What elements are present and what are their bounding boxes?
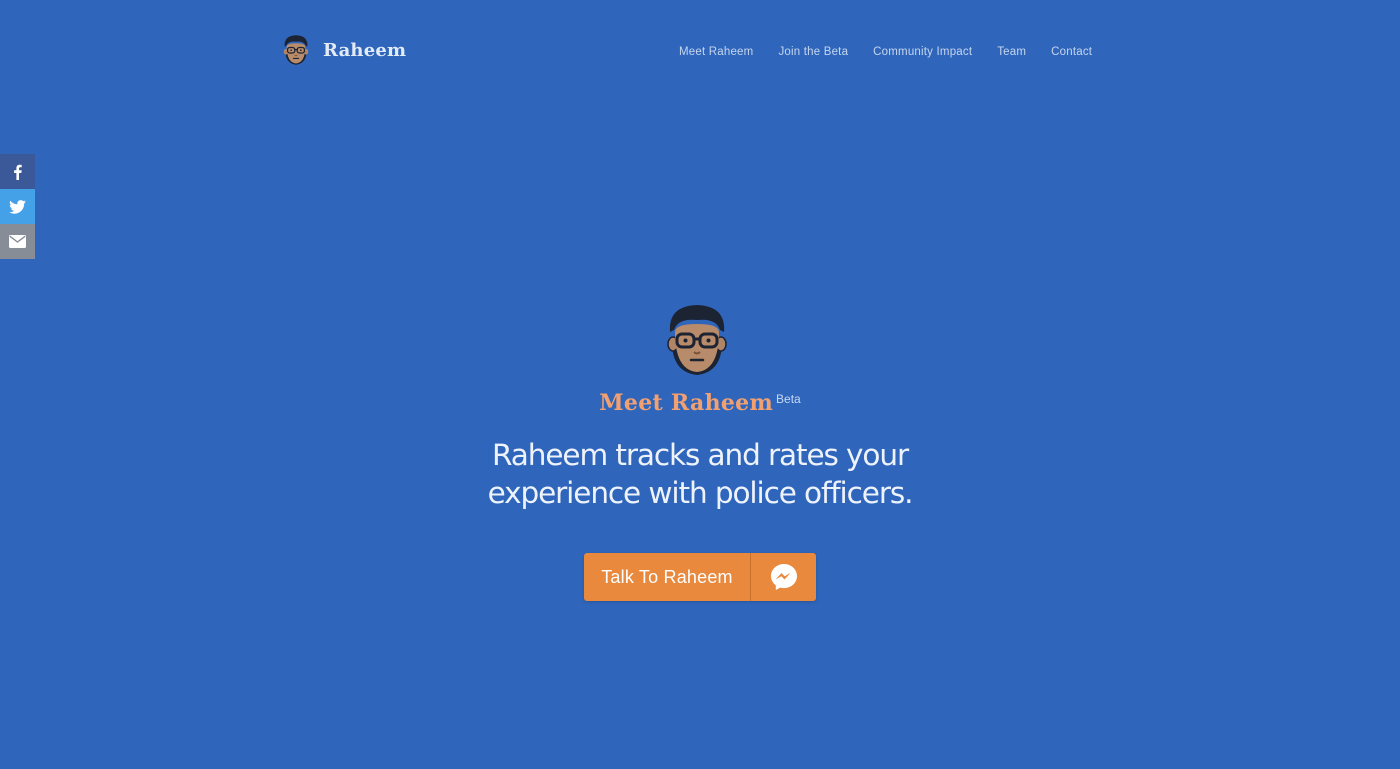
brand-logo[interactable]: Raheem xyxy=(282,33,406,67)
messenger-icon xyxy=(770,564,797,590)
hero-tagline-line-2: experience with police officers. xyxy=(487,476,914,510)
hero-title-name: Meet Raheem xyxy=(599,390,774,416)
nav-meet-raheem[interactable]: Meet Raheem xyxy=(679,45,753,59)
brand-name: Raheem xyxy=(323,39,407,61)
main-nav: Meet Raheem Join the Beta Community Impa… xyxy=(679,45,1092,59)
cta-icon-area xyxy=(751,553,816,601)
facebook-icon xyxy=(13,164,22,180)
cta-label: Talk To Raheem xyxy=(584,553,751,601)
share-twitter-button[interactable] xyxy=(0,189,35,224)
nav-team[interactable]: Team xyxy=(997,45,1026,59)
talk-to-raheem-button[interactable]: Talk To Raheem xyxy=(584,553,816,601)
raheem-avatar-icon xyxy=(667,305,727,375)
share-facebook-button[interactable] xyxy=(0,154,35,189)
hero-tagline-line-1: Raheem tracks and rates your xyxy=(492,438,909,472)
raheem-avatar-icon xyxy=(283,35,309,65)
nav-join-the-beta[interactable]: Join the Beta xyxy=(778,45,848,59)
nav-contact[interactable]: Contact xyxy=(1051,45,1092,59)
hero-tagline: Raheem tracks and rates your experience … xyxy=(0,436,1400,512)
hero-title: Meet Raheem Beta xyxy=(0,390,1400,416)
beta-badge: Beta xyxy=(776,392,801,406)
email-icon xyxy=(9,235,26,248)
share-email-button[interactable] xyxy=(0,224,35,259)
share-sidebar xyxy=(0,154,35,259)
nav-community-impact[interactable]: Community Impact xyxy=(873,45,972,59)
twitter-icon xyxy=(9,199,26,214)
